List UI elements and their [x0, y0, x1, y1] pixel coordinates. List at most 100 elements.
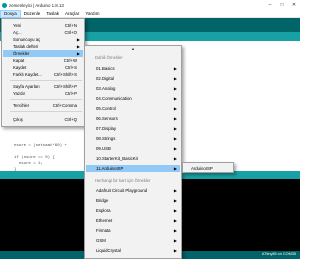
- code-line: nsure = (setsaat*60) +: [14, 144, 67, 148]
- title-bar: zemenleyici | Arduino 1.8.13 – □ ✕: [0, 0, 300, 10]
- submenu-arrow-icon: ▶: [173, 228, 177, 233]
- file-menu: Yeni Ctrl+N Aç... Ctrl+O Sonuncuyu aç ▶ Tas…: [1, 18, 85, 127]
- menu-item-shortcut: Ctrl+Comma: [52, 103, 77, 108]
- menu-item-sketchbook[interactable]: Taslak defteri ▶: [3, 43, 83, 50]
- menu-separator: [10, 80, 82, 81]
- submenu-arrow-icon: ▶: [173, 76, 177, 81]
- example-bridge[interactable]: Bridge ▶: [86, 197, 180, 204]
- menu-item-shortcut: Ctrl+N: [64, 23, 77, 28]
- menu-item-label: LiquidCrystal: [96, 248, 121, 253]
- example-esplora[interactable]: Esplora ▶: [86, 207, 180, 214]
- menu-item-preferences[interactable]: Tercihler Ctrl+Comma: [3, 102, 83, 109]
- window-title: zemenleyici | Arduino 1.8.13: [9, 2, 64, 8]
- example-arduinoisp[interactable]: 11.ArduinoISP ▶: [86, 165, 180, 172]
- menu-item-label: Örnekler: [13, 51, 30, 56]
- menu-item-new[interactable]: Yeni Ctrl+N: [3, 22, 83, 29]
- submenu-arrow-icon: ▶: [173, 248, 177, 253]
- menu-item-shortcut: Ctrl+O: [64, 30, 77, 35]
- menu-item-label: Kaydet: [13, 65, 27, 70]
- menu-item-label: Yazdır: [13, 91, 26, 96]
- submenu-arrow-icon: ▶: [173, 106, 177, 111]
- submenu-arrow-icon: ▶: [173, 96, 177, 101]
- example-gsm[interactable]: GSM ▶: [86, 237, 180, 244]
- menu-item-label: 02.Digital: [96, 76, 114, 81]
- submenu-arrow-icon: ▶: [173, 66, 177, 71]
- submenu-arrow-icon: ▶: [173, 126, 177, 131]
- example-strings[interactable]: 08.Strings ▶: [86, 135, 180, 142]
- example-digital[interactable]: 02.Digital ▶: [86, 75, 180, 82]
- menu-separator: [10, 111, 82, 112]
- menu-item-label: 07.Display: [96, 126, 117, 131]
- menu-file[interactable]: Dosya: [0, 9, 21, 18]
- example-firmata[interactable]: Firmata ▶: [86, 227, 180, 234]
- example-analog[interactable]: 03.Analog ▶: [86, 85, 180, 92]
- submenu-arrow-icon: ▶: [173, 146, 177, 151]
- menu-item-label: 11.ArduinoISP: [96, 166, 124, 171]
- scroll-up-arrow-icon[interactable]: ▲: [85, 46, 181, 52]
- submenu-arrow-icon: ▶: [173, 166, 177, 171]
- menu-bar: Dosya Düzenle Taslak Araçlar Yardım: [0, 9, 300, 18]
- submenu-arrow-icon: ▶: [173, 156, 177, 161]
- menu-item-print[interactable]: Yazdır Ctrl+P: [3, 90, 83, 97]
- menu-item-shortcut: Ctrl+S: [64, 65, 77, 70]
- menu-help[interactable]: Yardım: [82, 10, 102, 18]
- arduinoisp-submenu: ArduinoISP: [182, 162, 234, 173]
- menu-item-label: ArduinoISP: [191, 166, 213, 171]
- example-adafruit-cp[interactable]: Adafruit Circuit Playground ▶: [86, 187, 180, 194]
- submenu-arrow-icon: ▶: [173, 208, 177, 213]
- menu-item-label: 01.Basics: [96, 66, 115, 71]
- menu-item-page-setup[interactable]: Sayfa Ayarları Ctrl+Shift+P: [3, 83, 83, 90]
- example-sensors[interactable]: 06.Sensors ▶: [86, 115, 180, 122]
- example-communication[interactable]: 04.Communication ▶: [86, 95, 180, 102]
- minimize-button[interactable]: –: [264, 0, 276, 10]
- maximize-button[interactable]: □: [276, 0, 288, 10]
- submenu-arrow-icon: ▶: [76, 37, 80, 42]
- menu-item-shortcut: Ctrl+Shift+S: [53, 72, 77, 77]
- submenu-arrow-icon: ▶: [173, 86, 177, 91]
- menu-edit[interactable]: Düzenle: [21, 10, 44, 18]
- menu-item-label: 05.Control: [96, 106, 116, 111]
- menu-item-label: 08.Strings: [96, 136, 116, 141]
- submenu-arrow-icon: ▶: [173, 188, 177, 193]
- example-control[interactable]: 05.Control ▶: [86, 105, 180, 112]
- example-liquidcrystal[interactable]: LiquidCrystal ▶: [86, 247, 180, 254]
- menu-item-shortcut: Ctrl+P: [64, 91, 77, 96]
- menu-item-label: Farklı Kaydet...: [13, 72, 42, 77]
- examples-menu: ▲ Dahili Örnekler 01.Basics ▶ 02.Digital ▶…: [84, 45, 182, 259]
- submenu-arrow-icon: ▶: [173, 116, 177, 121]
- example-basics[interactable]: 01.Basics ▶: [86, 65, 180, 72]
- close-button[interactable]: ✕: [288, 0, 300, 10]
- menu-item-close[interactable]: Kapat Ctrl+W: [3, 57, 83, 64]
- menu-sketch[interactable]: Taslak: [43, 10, 62, 18]
- menu-item-save-as[interactable]: Farklı Kaydet... Ctrl+Shift+S: [3, 71, 83, 78]
- menu-item-save[interactable]: Kaydet Ctrl+S: [3, 64, 83, 71]
- example-starterkit[interactable]: 10.StarterKit_BasicKit ▶: [86, 155, 180, 162]
- submenu-arrow-icon: ▶: [173, 238, 177, 243]
- menu-item-label: Esplora: [96, 208, 111, 213]
- example-ethernet[interactable]: Ethernet ▶: [86, 217, 180, 224]
- menu-item-examples[interactable]: Örnekler ▶: [3, 50, 83, 57]
- menu-item-label: GSM: [96, 238, 106, 243]
- menu-item-arduinoisp[interactable]: ArduinoISP: [184, 165, 232, 172]
- menu-separator: [10, 99, 82, 100]
- example-display[interactable]: 07.Display ▶: [86, 125, 180, 132]
- menu-item-open[interactable]: Aç... Ctrl+O: [3, 29, 83, 36]
- menu-item-label: Aç...: [13, 30, 22, 35]
- menu-item-label: Adafruit Circuit Playground: [96, 188, 148, 193]
- menu-item-label: Çıkış: [13, 117, 23, 122]
- menu-item-shortcut: Ctrl+Shift+P: [53, 84, 77, 89]
- menu-item-label: Kapat: [13, 58, 25, 63]
- code-line: nsure = 1;: [14, 162, 43, 166]
- window-controls: – □ ✕: [264, 0, 300, 10]
- example-usb[interactable]: 09.USB ▶: [86, 145, 180, 152]
- menu-item-label: Bridge: [96, 198, 109, 203]
- menu-item-open-recent[interactable]: Sonuncuyu aç ▶: [3, 36, 83, 43]
- menu-item-label: Sayfa Ayarları: [13, 84, 40, 89]
- submenu-arrow-icon: ▶: [173, 218, 177, 223]
- menu-item-quit[interactable]: Çıkış Ctrl+Q: [3, 116, 83, 123]
- board-port-label: ATtiny85 on COM35: [261, 252, 296, 256]
- menu-tools[interactable]: Araçlar: [62, 10, 82, 18]
- code-line: if (nsure == 0) {: [14, 156, 55, 160]
- menu-item-label: Sonuncuyu aç: [13, 37, 41, 42]
- arduino-icon: [2, 2, 7, 8]
